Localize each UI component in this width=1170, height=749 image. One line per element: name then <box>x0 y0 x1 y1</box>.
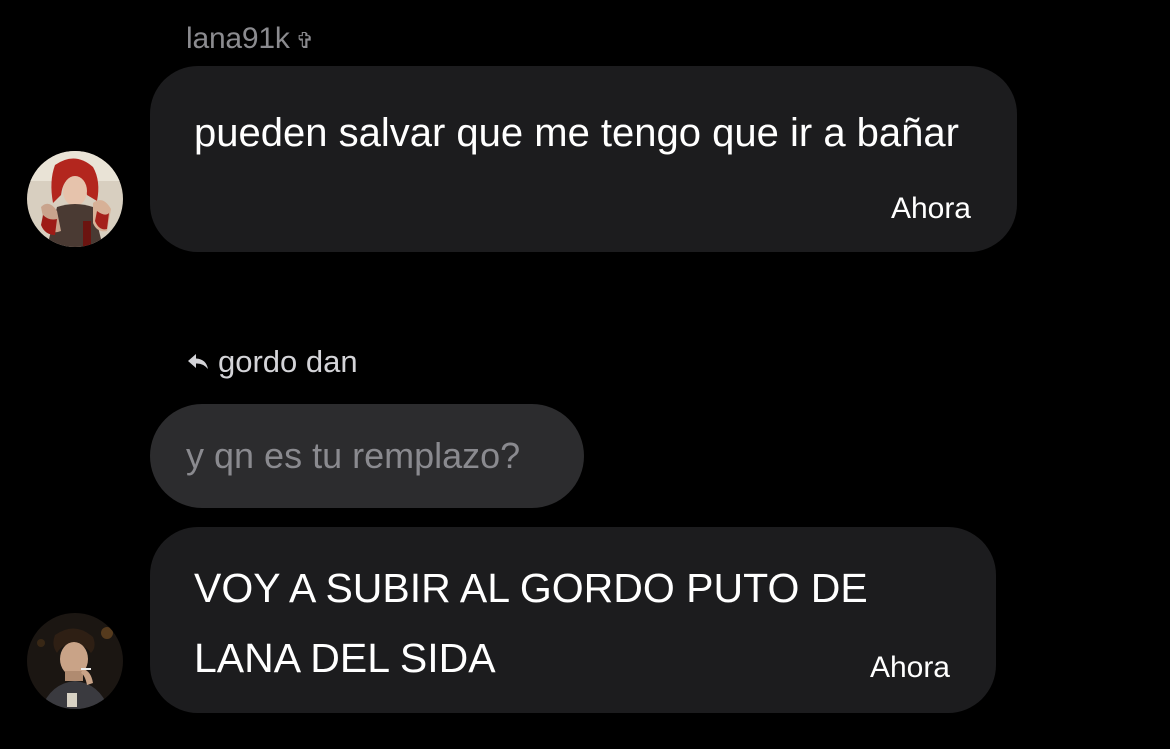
quoted-message[interactable]: y qn es tu remplazo? <box>150 404 584 508</box>
avatar-man-smoking-icon <box>27 613 123 709</box>
message-timestamp: Ahora <box>869 651 950 684</box>
reply-to-name: gordo dan <box>218 344 358 379</box>
cross-badge-icon: ✞ <box>295 28 314 54</box>
message-timestamp: Ahora <box>890 192 971 225</box>
message-text: pueden salvar que me tengo que ir a baña… <box>194 111 959 155</box>
quoted-message-text: y qn es tu remplazo? <box>186 435 521 476</box>
avatar[interactable] <box>27 151 123 247</box>
message-bubble[interactable]: VOY A SUBIR AL GORDO PUTO DE LANA DEL SI… <box>150 527 996 713</box>
message-bubble[interactable]: pueden salvar que me tengo que ir a baña… <box>150 66 1017 252</box>
reply-to-header[interactable]: gordo dan <box>186 344 358 380</box>
avatar[interactable] <box>27 613 123 709</box>
avatar-red-hair-icon <box>27 151 123 247</box>
message-text: VOY A SUBIR AL GORDO PUTO DE LANA DEL SI… <box>194 565 868 681</box>
sender-name[interactable]: lana91k ✞ <box>186 22 314 56</box>
sender-name-label: lana91k <box>186 22 290 55</box>
reply-arrow-icon <box>188 354 208 369</box>
